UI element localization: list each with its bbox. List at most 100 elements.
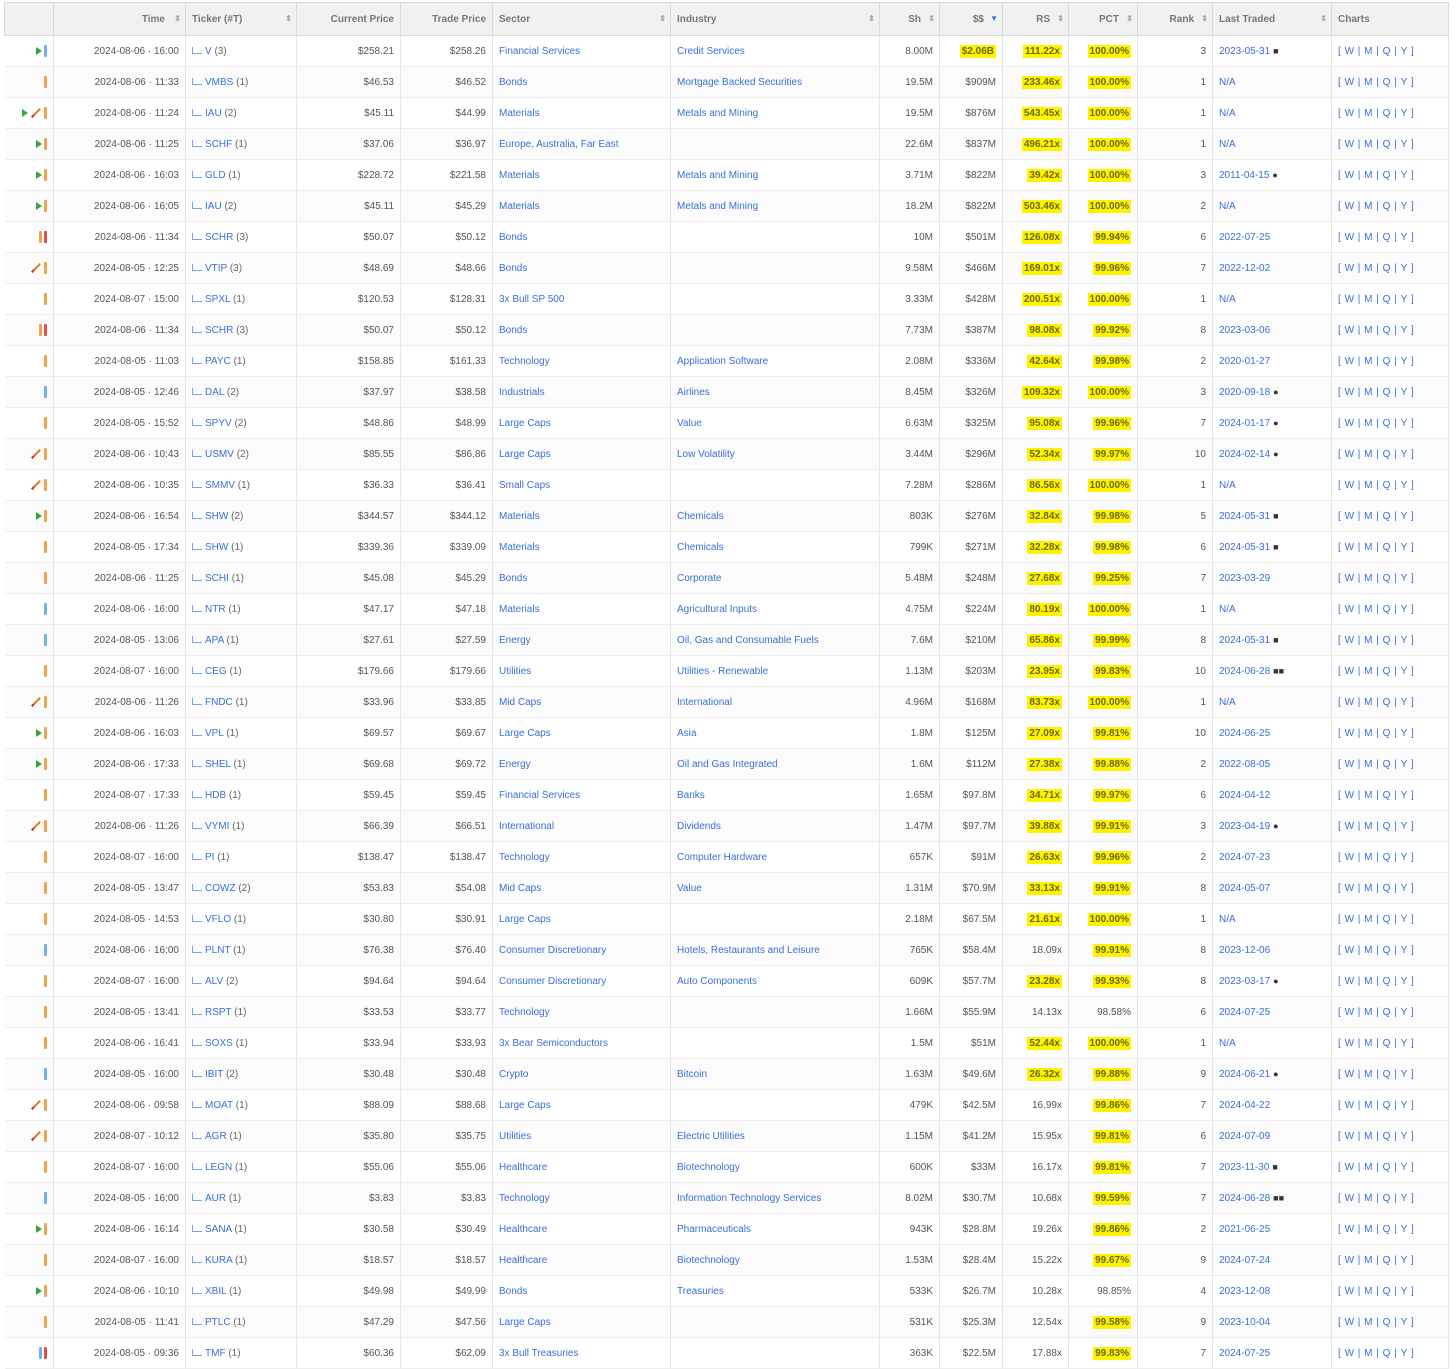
cell-last-traded[interactable]: 2011-04-15 ● (1212, 159, 1332, 191)
ticker-link[interactable]: V (205, 46, 212, 57)
chart-link-m[interactable]: M (1364, 263, 1372, 274)
play-icon[interactable] (36, 140, 42, 148)
chart-link-m[interactable]: M (1364, 542, 1372, 553)
industry-link[interactable]: Chemicals (677, 542, 724, 553)
sort-icon[interactable]: ⬍ (659, 14, 666, 23)
cell-ticker[interactable]: SHW (2) (185, 500, 297, 532)
sector-link[interactable]: Financial Services (499, 46, 580, 57)
ticker-link[interactable]: PI (205, 852, 214, 863)
pencil-icon[interactable] (31, 697, 41, 707)
cell-industry[interactable] (670, 283, 880, 315)
ticker-link[interactable]: SCHI (205, 573, 229, 584)
last-traded-link[interactable]: 2023-12-06 (1219, 945, 1270, 956)
last-traded-link[interactable]: 2023-03-17 (1219, 976, 1270, 987)
pencil-icon[interactable] (31, 263, 41, 273)
table-row[interactable]: 2024-08-05 · 12:25 VTIP (3) $48.69 $48.66 Bo… (4, 252, 1449, 284)
chart-link-y[interactable]: Y (1401, 170, 1408, 181)
cell-sector[interactable]: Materials (492, 500, 671, 532)
col-time-header[interactable]: Time ⬍ (53, 2, 186, 36)
cell-industry[interactable] (670, 903, 880, 935)
cell-industry[interactable]: Agricultural Inputs (670, 593, 880, 625)
industry-link[interactable]: Agricultural Inputs (677, 604, 757, 615)
table-row[interactable]: 2024-08-05 · 09:36 TMF (1) $60.36 $62.09 3x … (4, 1337, 1449, 1369)
cell-sector[interactable]: Materials (492, 593, 671, 625)
sector-link[interactable]: 3x Bull Treasuries (499, 1348, 578, 1359)
chart-link-m[interactable]: M (1364, 418, 1372, 429)
cell-industry[interactable]: Hotels, Restaurants and Leisure (670, 934, 880, 966)
table-row[interactable]: 2024-08-06 · 16:05 IAU (2) $45.11 $45.29 Mat… (4, 190, 1449, 222)
sector-link[interactable]: Large Caps (499, 1317, 551, 1328)
ticker-link[interactable]: HDB (205, 790, 226, 801)
table-row[interactable]: 2024-08-05 · 11:03 PAYC (1) $158.85 $161.33… (4, 345, 1449, 377)
last-traded-link[interactable]: 2020-01-27 (1219, 356, 1270, 367)
sector-link[interactable]: Bonds (499, 573, 527, 584)
chart-link-w[interactable]: W (1345, 46, 1354, 57)
industry-link[interactable]: Dividends (677, 821, 721, 832)
chart-link-w[interactable]: W (1345, 232, 1354, 243)
chart-link-w[interactable]: W (1345, 914, 1354, 925)
cell-last-traded[interactable]: 2024-07-23 (1212, 841, 1332, 873)
cell-last-traded[interactable]: 2023-03-29 (1212, 562, 1332, 594)
ticker-link[interactable]: AGR (205, 1131, 227, 1142)
ticker-link[interactable]: SOXS (205, 1038, 233, 1049)
last-traded-link[interactable]: 2024-06-28 (1219, 1193, 1270, 1204)
chart-icon[interactable] (192, 326, 202, 334)
ticker-link[interactable]: SPXL (205, 294, 230, 305)
table-row[interactable]: 2024-08-06 · 11:34 SCHR (3) $50.07 $50.12 Bo… (4, 221, 1449, 253)
chart-link-y[interactable]: Y (1401, 945, 1408, 956)
cell-sector[interactable]: Large Caps (492, 1089, 671, 1121)
sector-link[interactable]: Bonds (499, 263, 527, 274)
cell-ticker[interactable]: KURA (1) (185, 1244, 297, 1276)
cell-last-traded[interactable]: 2020-01-27 (1212, 345, 1332, 377)
cell-ticker[interactable]: PAYC (1) (185, 345, 297, 377)
cell-last-traded[interactable]: 2023-03-06 (1212, 314, 1332, 346)
chart-icon[interactable] (192, 698, 202, 706)
cell-ticker[interactable]: SPXL (1) (185, 283, 297, 315)
chart-link-w[interactable]: W (1345, 139, 1354, 150)
sector-link[interactable]: Materials (499, 542, 540, 553)
industry-link[interactable]: Oil, Gas and Consumable Fuels (677, 635, 819, 646)
chart-link-m[interactable]: M (1364, 108, 1372, 119)
chart-link-m[interactable]: M (1364, 759, 1372, 770)
chart-link-m[interactable]: M (1364, 1162, 1372, 1173)
sector-link[interactable]: Healthcare (499, 1224, 547, 1235)
cell-ticker[interactable]: MOAT (1) (185, 1089, 297, 1121)
chart-link-y[interactable]: Y (1401, 697, 1408, 708)
chart-link-m[interactable]: M (1364, 945, 1372, 956)
cell-sector[interactable]: Bonds (492, 66, 671, 98)
industry-link[interactable]: Corporate (677, 573, 721, 584)
table-row[interactable]: 2024-08-06 · 10:35 SMMV (1) $36.33 $36.41 Sm… (4, 469, 1449, 501)
pencil-icon[interactable] (31, 449, 41, 459)
cell-last-traded[interactable]: 2023-11-30 ■ (1212, 1151, 1332, 1183)
ticker-link[interactable]: IBIT (205, 1069, 223, 1080)
last-traded-link[interactable]: 2022-08-05 (1219, 759, 1270, 770)
cell-industry[interactable]: Utilities - Renewable (670, 655, 880, 687)
chart-link-q[interactable]: Q (1383, 449, 1391, 460)
cell-last-traded[interactable]: N/A (1212, 97, 1332, 129)
chart-link-m[interactable]: M (1364, 852, 1372, 863)
chart-link-y[interactable]: Y (1401, 325, 1408, 336)
sector-link[interactable]: International (499, 821, 554, 832)
sector-link[interactable]: Consumer Discretionary (499, 976, 606, 987)
ticker-link[interactable]: XBIL (205, 1286, 226, 1297)
chart-link-w[interactable]: W (1345, 1224, 1354, 1235)
chart-icon[interactable] (192, 884, 202, 892)
cell-sector[interactable]: Financial Services (492, 35, 671, 67)
cell-last-traded[interactable]: 2024-04-12 (1212, 779, 1332, 811)
cell-industry[interactable]: Metals and Mining (670, 159, 880, 191)
cell-sector[interactable]: Financial Services (492, 779, 671, 811)
ticker-link[interactable]: SHEL (205, 759, 231, 770)
chart-link-m[interactable]: M (1364, 1007, 1372, 1018)
chart-link-w[interactable]: W (1345, 1348, 1354, 1359)
last-traded-link[interactable]: 2024-07-25 (1219, 1348, 1270, 1359)
ticker-link[interactable]: VTIP (205, 263, 227, 274)
last-traded-link[interactable]: 2023-12-08 (1219, 1286, 1270, 1297)
cell-sector[interactable]: 3x Bull Treasuries (492, 1337, 671, 1369)
chart-icon[interactable] (192, 1163, 202, 1171)
cell-last-traded[interactable]: 2024-06-25 (1212, 717, 1332, 749)
ticker-link[interactable]: AUR (205, 1193, 226, 1204)
table-row[interactable]: 2024-08-06 · 10:43 USMV (2) $85.55 $86.86 La… (4, 438, 1449, 470)
chart-link-y[interactable]: Y (1401, 1069, 1408, 1080)
chart-icon[interactable] (192, 1008, 202, 1016)
chart-link-q[interactable]: Q (1383, 1007, 1391, 1018)
